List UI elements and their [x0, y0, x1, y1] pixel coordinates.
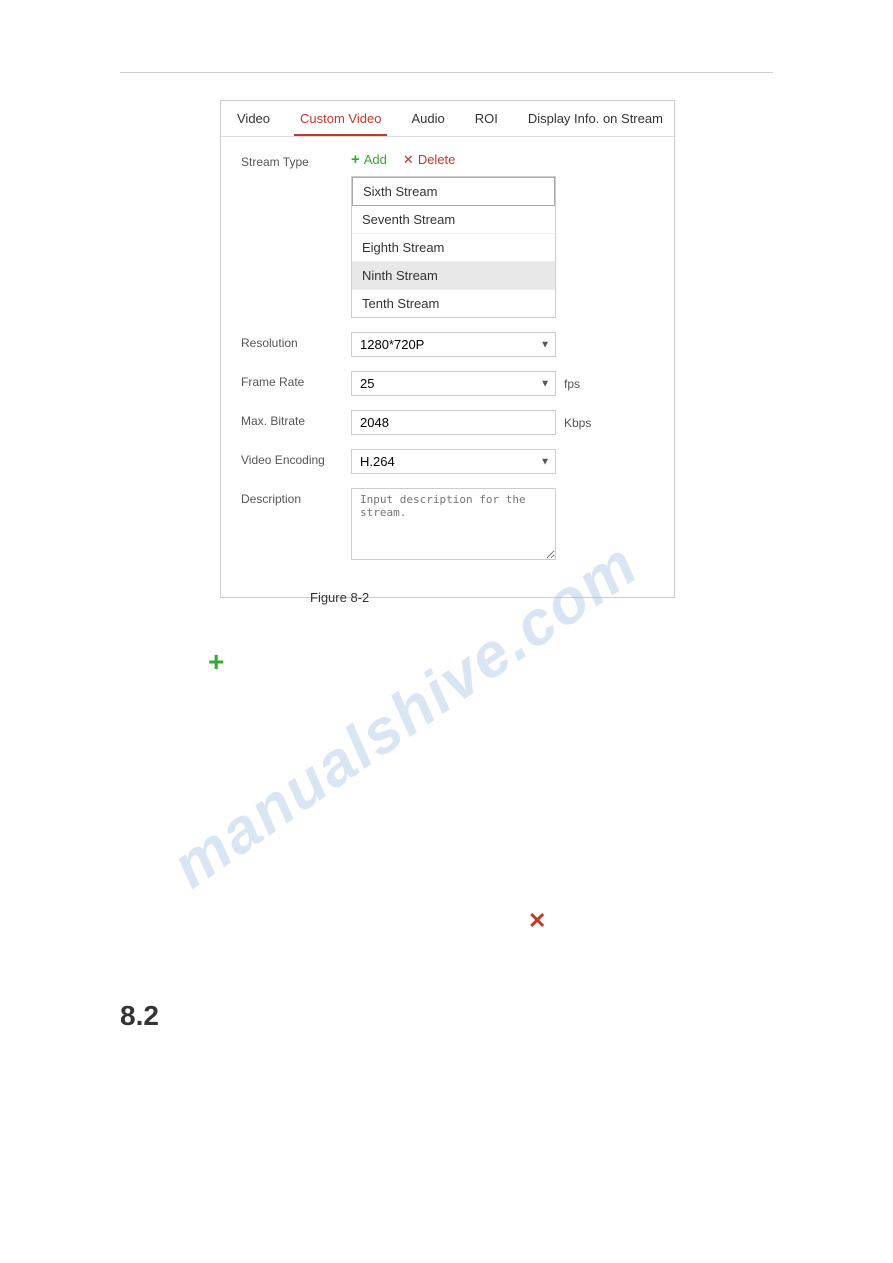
tab-display-info[interactable]: Display Info. on Stream [522, 101, 669, 136]
add-label: Add [364, 152, 387, 167]
frame-rate-label: Frame Rate [241, 371, 351, 389]
video-encoding-select-wrapper: H.264 H.265 MJPEG ▼ [351, 449, 556, 474]
frame-rate-control: 25 30 15 10 5 ▼ fps [351, 371, 654, 396]
max-bitrate-row: Max. Bitrate Kbps [241, 410, 654, 435]
stream-list: Sixth Stream Seventh Stream Eighth Strea… [351, 176, 556, 318]
add-button[interactable]: + Add [351, 151, 387, 168]
resolution-control: 1280*720P 1920*1080P 640*480P 320*240P ▼ [351, 332, 654, 357]
description-control [351, 488, 654, 563]
figure-caption: Figure 8-2 [310, 590, 369, 605]
tab-bar: Video Custom Video Audio ROI Display Inf… [221, 101, 674, 137]
max-bitrate-label: Max. Bitrate [241, 410, 351, 428]
fps-unit: fps [564, 377, 580, 391]
kbps-unit: Kbps [564, 416, 591, 430]
frame-rate-select-wrapper: 25 30 15 10 5 ▼ [351, 371, 556, 396]
floating-plus-icon: + [208, 648, 224, 676]
video-encoding-control: H.264 H.265 MJPEG ▼ [351, 449, 654, 474]
description-row: Description [241, 488, 654, 563]
tab-audio[interactable]: Audio [405, 101, 450, 136]
resolution-select[interactable]: 1280*720P 1920*1080P 640*480P 320*240P [351, 332, 556, 357]
resolution-row: Resolution 1280*720P 1920*1080P 640*480P… [241, 332, 654, 357]
stream-type-row: Stream Type + Add ✕ Delete Sixth Stream … [241, 151, 654, 318]
description-textarea[interactable] [351, 488, 556, 560]
stream-item-tenth[interactable]: Tenth Stream [352, 290, 555, 317]
video-encoding-label: Video Encoding [241, 449, 351, 467]
description-label: Description [241, 488, 351, 506]
delete-label: Delete [418, 152, 456, 167]
stream-type-control: + Add ✕ Delete Sixth Stream Seventh Stre… [351, 151, 654, 318]
stream-item-sixth[interactable]: Sixth Stream [352, 177, 555, 206]
ui-panel: Video Custom Video Audio ROI Display Inf… [220, 100, 675, 598]
video-encoding-select[interactable]: H.264 H.265 MJPEG [351, 449, 556, 474]
panel-body: Stream Type + Add ✕ Delete Sixth Stream … [221, 137, 674, 597]
plus-icon: + [351, 151, 360, 168]
tab-custom-video[interactable]: Custom Video [294, 101, 387, 136]
section-number: 8.2 [120, 1000, 159, 1032]
frame-rate-row: Frame Rate 25 30 15 10 5 ▼ fps [241, 371, 654, 396]
floating-x-icon: ✕ [528, 908, 546, 934]
delete-button[interactable]: ✕ Delete [403, 152, 455, 168]
resolution-label: Resolution [241, 332, 351, 350]
stream-item-seventh[interactable]: Seventh Stream [352, 206, 555, 234]
resolution-select-wrapper: 1280*720P 1920*1080P 640*480P 320*240P ▼ [351, 332, 556, 357]
x-delete-icon: ✕ [403, 152, 414, 168]
tab-video[interactable]: Video [231, 101, 276, 136]
frame-rate-select[interactable]: 25 30 15 10 5 [351, 371, 556, 396]
tab-roi[interactable]: ROI [469, 101, 504, 136]
kbps-row: Kbps [351, 410, 654, 435]
fps-row: 25 30 15 10 5 ▼ fps [351, 371, 654, 396]
video-encoding-row: Video Encoding H.264 H.265 MJPEG ▼ [241, 449, 654, 474]
max-bitrate-input[interactable] [351, 410, 556, 435]
top-divider [120, 72, 773, 73]
stream-type-label: Stream Type [241, 151, 351, 169]
stream-item-eighth[interactable]: Eighth Stream [352, 234, 555, 262]
stream-item-ninth[interactable]: Ninth Stream [352, 262, 555, 290]
stream-type-header: + Add ✕ Delete [351, 151, 654, 168]
max-bitrate-control: Kbps [351, 410, 654, 435]
